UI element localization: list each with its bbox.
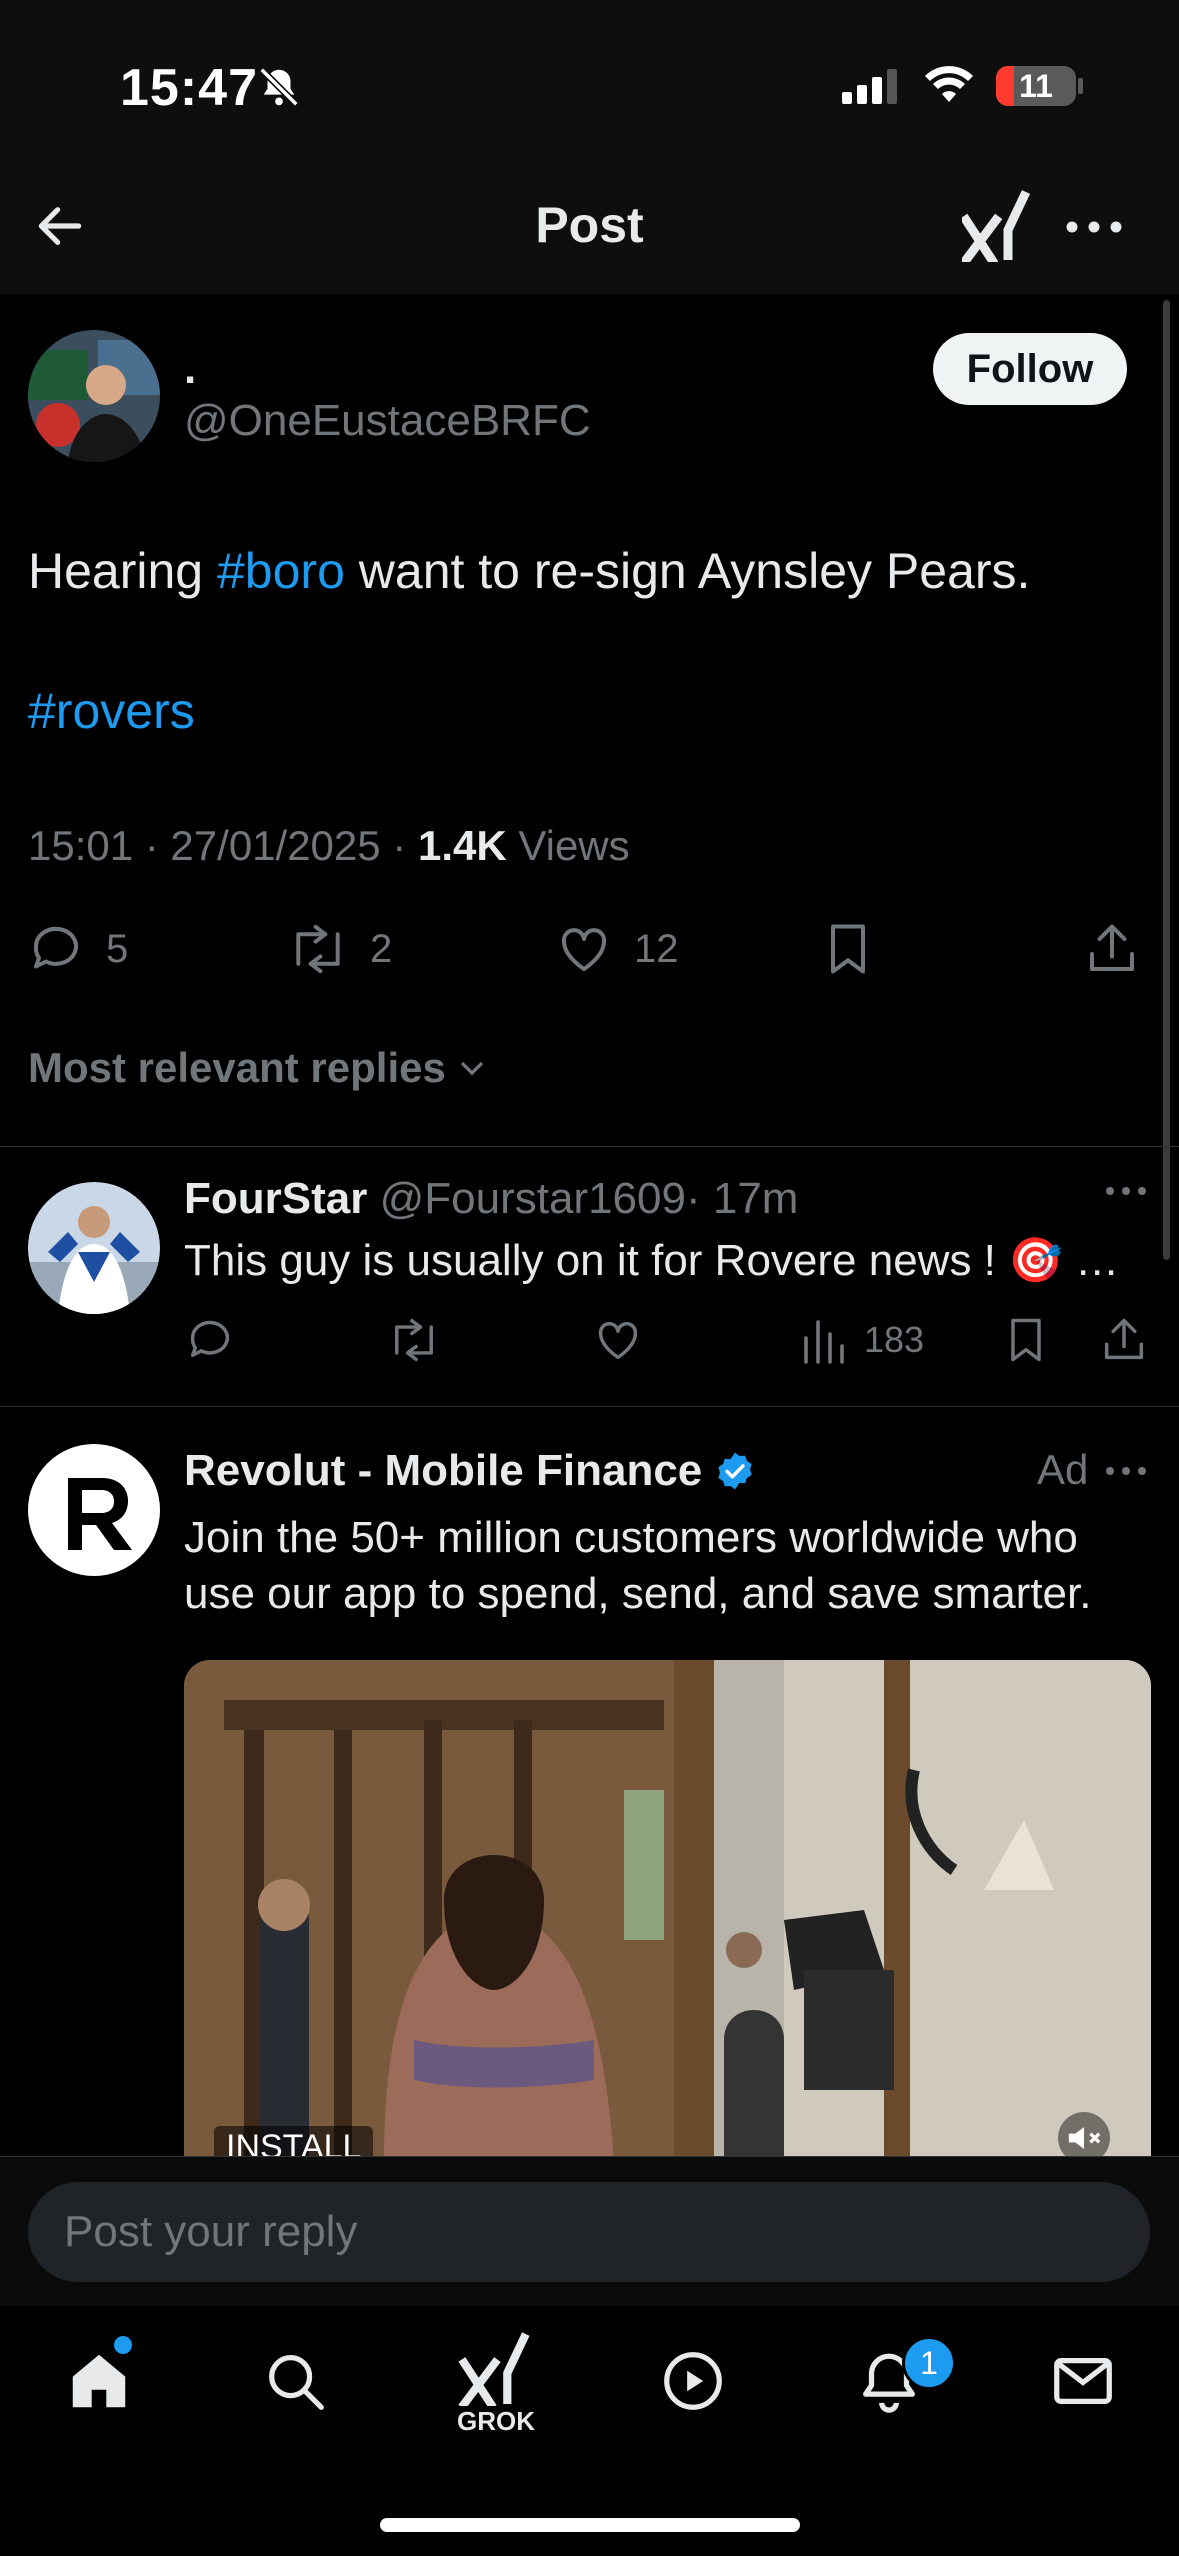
repost-icon — [395, 1318, 433, 1362]
replies-sort-dropdown[interactable]: Most relevant replies — [28, 1044, 492, 1092]
wifi-icon — [924, 64, 974, 104]
author-handle[interactable]: @OneEustaceBRFC — [184, 396, 591, 446]
post-text-after: want to re-sign Aynsley Pears. — [344, 543, 1031, 599]
scrollbar[interactable] — [1163, 300, 1170, 1260]
views-label: Views — [506, 822, 630, 869]
tab-home[interactable] — [64, 2346, 134, 2416]
post-meta: 15:01 · 27/01/2025 · 1.4K Views — [28, 822, 630, 870]
reply-action[interactable]: 5 — [26, 914, 128, 984]
status-time: 15:47 — [120, 59, 258, 117]
more-options-icon[interactable] — [1064, 212, 1124, 242]
share-icon — [1090, 924, 1134, 971]
reply-views-count: 183 — [864, 1319, 925, 1360]
chevron-down-icon — [460, 1061, 484, 1076]
grok-icon[interactable] — [962, 190, 1032, 262]
tab-grok-label: GROK — [457, 2406, 535, 2436]
heart-icon — [598, 1322, 638, 1360]
reply-views-action[interactable]: 183 — [798, 1310, 924, 1370]
heart-icon — [561, 928, 607, 971]
ad-account[interactable]: Revolut - Mobile Finance — [184, 1446, 756, 1496]
bookmark-icon — [831, 924, 865, 974]
tab-messages[interactable] — [1048, 2346, 1118, 2416]
bell-muted-icon — [256, 64, 302, 110]
reply-header: FourStar @Fourstar1609· 17m — [184, 1174, 798, 1224]
hashtag-link[interactable]: #boro — [217, 543, 345, 599]
reply-more-icon[interactable] — [1104, 1180, 1148, 1202]
revolut-logo-icon — [68, 1478, 132, 1550]
reply-icon — [33, 926, 78, 969]
bookmark-icon — [1011, 1318, 1041, 1362]
home-indicator[interactable] — [380, 2518, 800, 2532]
divider — [0, 1406, 1179, 1407]
author-name[interactable]: . — [184, 344, 196, 394]
battery-indicator: 11 — [996, 66, 1076, 106]
verified-badge-icon — [718, 1452, 752, 1490]
reply-bookmark-action[interactable] — [1000, 1310, 1052, 1370]
search-icon — [269, 2355, 324, 2410]
reply-like-action[interactable] — [592, 1310, 644, 1370]
reply-author-handle[interactable]: @Fourstar1609 — [380, 1174, 686, 1223]
reply-author-name[interactable]: FourStar — [184, 1174, 367, 1223]
tab-search[interactable] — [260, 2346, 330, 2416]
post-timestamp: 15:01 · 27/01/2025 · — [28, 822, 418, 869]
follow-button[interactable]: Follow — [933, 333, 1127, 405]
reply-avatar[interactable] — [28, 1182, 160, 1314]
repost-icon — [296, 924, 340, 974]
reply-time: · 17m — [685, 1174, 799, 1223]
repost-count: 2 — [370, 926, 393, 971]
like-count: 12 — [634, 926, 679, 971]
ad-text: Join the 50+ million customers worldwide… — [184, 1513, 1092, 1618]
battery-cap — [1078, 78, 1083, 94]
like-action[interactable]: 12 — [554, 914, 679, 984]
notification-badge: 1 — [902, 2336, 956, 2390]
play-circle-icon — [664, 2352, 722, 2410]
reply-share-action[interactable] — [1098, 1310, 1150, 1370]
reply-reply-action[interactable] — [184, 1310, 236, 1370]
post-text: Hearing #boro want to re-sign Aynsley Pe… — [28, 536, 1148, 746]
post-text-before: Hearing — [28, 543, 217, 599]
reply-text: This guy is usually on it for Rovere new… — [184, 1236, 1120, 1285]
replies-sort-label: Most relevant replies — [28, 1044, 446, 1091]
ad-label: Ad — [1037, 1446, 1089, 1493]
home-icon — [72, 2354, 126, 2408]
author-avatar[interactable] — [28, 330, 160, 462]
analytics-icon — [804, 1320, 844, 1364]
grok-icon — [458, 2332, 530, 2406]
reply-repost-action[interactable] — [386, 1310, 442, 1370]
signal-icon — [842, 68, 900, 104]
views-count[interactable]: 1.4K — [418, 822, 507, 869]
reply-input[interactable]: Post your reply — [28, 2182, 1150, 2282]
mail-icon — [1054, 2357, 1112, 2405]
ad-more-icon[interactable] — [1104, 1460, 1148, 1482]
divider — [0, 1146, 1179, 1147]
repost-action[interactable]: 2 — [286, 914, 392, 984]
share-action[interactable] — [1082, 914, 1142, 984]
ad-avatar[interactable] — [28, 1444, 160, 1576]
share-icon — [1104, 1318, 1144, 1360]
reply-icon — [190, 1320, 230, 1357]
tab-video[interactable] — [658, 2346, 728, 2416]
hashtag-link[interactable]: #rovers — [28, 683, 195, 739]
bookmark-action[interactable] — [818, 914, 878, 984]
home-notification-dot — [114, 2336, 132, 2354]
ad-video[interactable] — [184, 1660, 1151, 2160]
ad-account-name: Revolut - Mobile Finance — [184, 1446, 703, 1495]
tab-grok[interactable] — [458, 2332, 534, 2406]
reply-count: 5 — [106, 926, 129, 971]
